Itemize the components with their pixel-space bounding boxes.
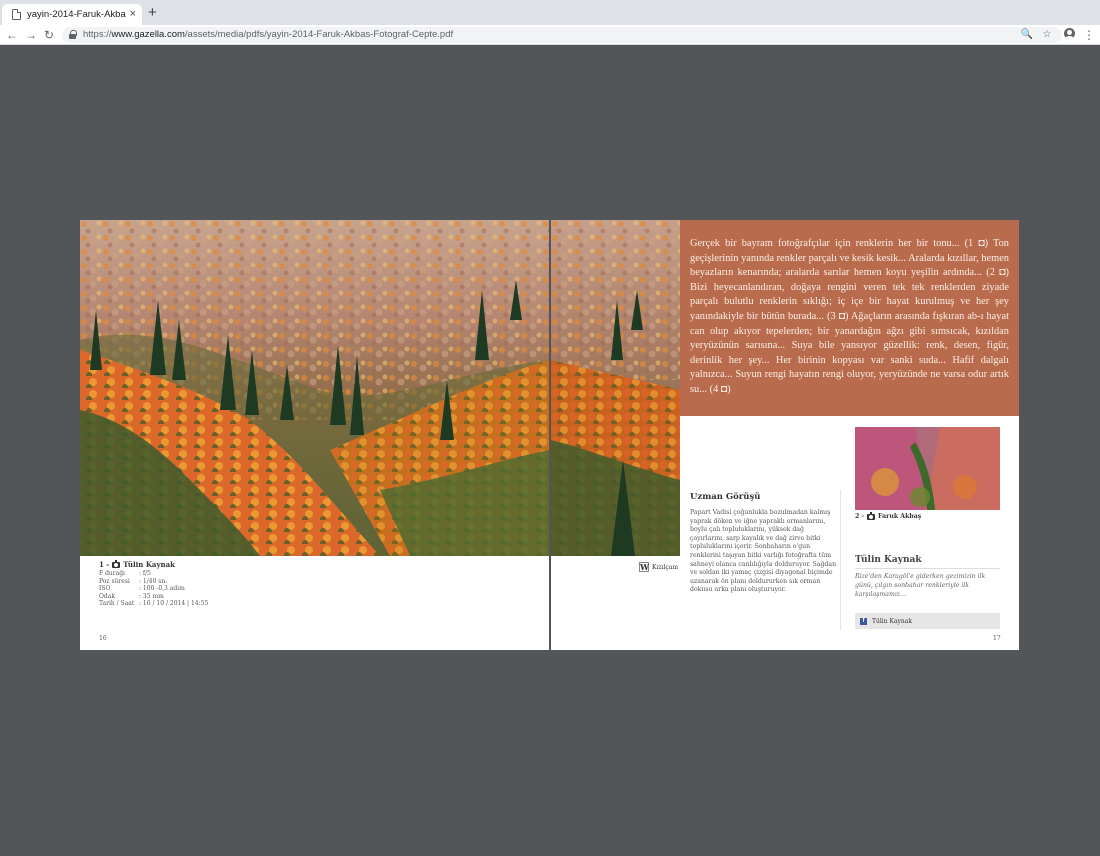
url-text[interactable]: https://www.gazella.com/assets/media/pdf… — [83, 29, 453, 41]
pdf-page-right: W Kızılçam Gerçek bir bayram fotoğrafçıl… — [551, 220, 1019, 650]
browser-toolbar: ← → ↻ https://www.gazella.com/assets/med… — [0, 25, 1100, 45]
facebook-label: Tülin Kaynak — [872, 617, 913, 625]
column-divider — [840, 490, 841, 630]
forward-button[interactable]: → — [24, 27, 38, 43]
tab-strip: yayin-2014-Faruk-Akbas-Fotog × + — [0, 0, 1100, 25]
lock-icon — [69, 30, 77, 39]
exif-table: F durağı: f/5 Poz süresi: 1/40 sn. ISO: … — [99, 570, 208, 608]
photo-caption: 1 - Tülin Kaynak — [99, 559, 175, 569]
exif-row: Poz süresi: 1/40 sn. — [99, 577, 168, 585]
author-box: Tülin Kaynak Rize'den Karagöl'e giderken… — [855, 555, 1000, 599]
bookmark-star-icon[interactable]: ☆ — [1040, 28, 1054, 42]
tab-title: yayin-2014-Faruk-Akbas-Fotog — [27, 9, 126, 20]
author-name: Tülin Kaynak — [855, 555, 1000, 569]
pdf-page-left: 1 - Tülin Kaynak F durağı: f/5 Poz süres… — [80, 220, 549, 650]
exif-row: Odak: 35 mm — [99, 592, 164, 600]
browser-tab[interactable]: yayin-2014-Faruk-Akbas-Fotog × — [2, 4, 142, 25]
profile-avatar-icon[interactable] — [1064, 28, 1075, 39]
camera-icon — [112, 559, 121, 568]
autumn-forest-photo — [80, 220, 549, 556]
facebook-link[interactable]: f Tülin Kaynak — [855, 613, 1000, 629]
quote-box: Gerçek bir bayram fotoğrafçılar için ren… — [680, 220, 1019, 416]
facebook-icon: f — [860, 617, 867, 625]
new-tab-button[interactable]: + — [148, 5, 157, 21]
valley-thumbnail-photo — [855, 427, 1000, 510]
reload-button[interactable]: ↻ — [42, 27, 56, 43]
close-tab-icon[interactable]: × — [130, 9, 136, 20]
wikipedia-icon: W — [639, 562, 649, 572]
exif-row: Tarih / Saat: 16 / 10 / 2014 | 14:55 — [99, 600, 209, 608]
autumn-forest-photo-continued — [551, 220, 680, 556]
expert-opinion: Uzman Görüşü Papart Vadisi çoğunlukla bo… — [690, 492, 840, 595]
document-icon — [12, 9, 21, 20]
page-number: 17 — [993, 635, 1001, 642]
thumbnail-caption: 2 - Faruk Akbaş — [855, 511, 922, 520]
wiki-label: Kızılçam — [652, 563, 679, 571]
page-number: 16 — [99, 635, 107, 642]
camera-icon — [867, 511, 876, 520]
back-button[interactable]: ← — [5, 27, 19, 43]
wiki-link[interactable]: W Kızılçam — [639, 562, 678, 572]
expert-title: Uzman Görüşü — [690, 492, 761, 502]
browser-menu-button[interactable]: ⋮ — [1083, 27, 1095, 43]
author-bio: Rize'den Karagöl'e giderken gezimizin il… — [855, 573, 986, 598]
exif-row: ISO: 100 -0,3 adım — [99, 585, 185, 593]
address-bar[interactable]: https://www.gazella.com/assets/media/pdf… — [62, 27, 1062, 43]
zoom-search-icon[interactable]: 🔍 — [1020, 28, 1034, 42]
exif-row: F durağı: f/5 — [99, 570, 151, 577]
expert-body: Papart Vadisi çoğunlukla bozulmadan kalm… — [690, 509, 837, 594]
quote-text: Gerçek bir bayram fotoğrafçılar için ren… — [690, 238, 1009, 395]
